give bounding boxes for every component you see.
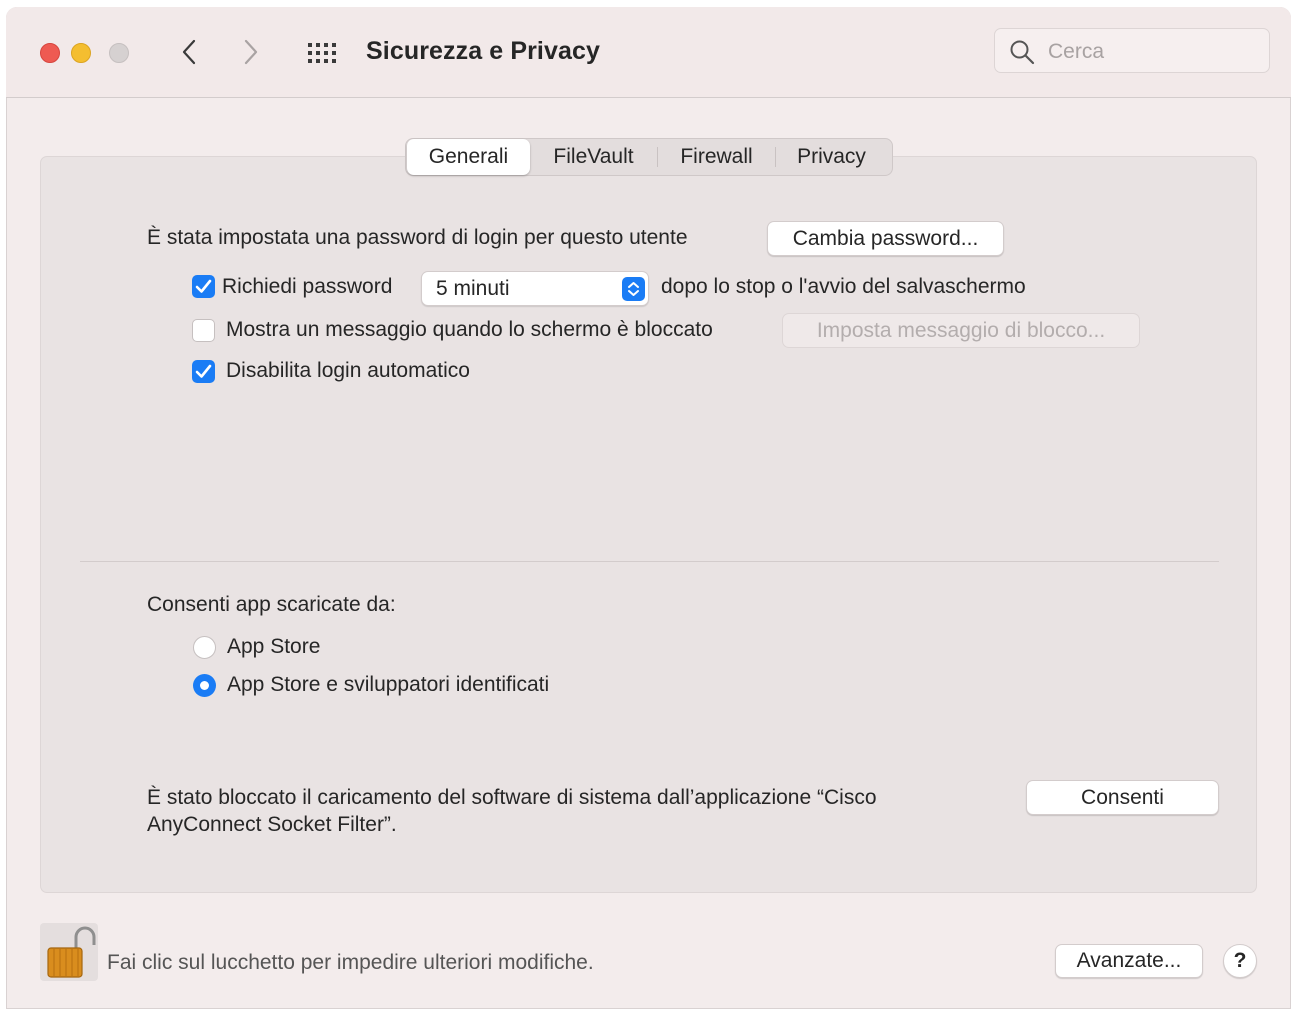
password-set-label: È stata impostata una password di login … xyxy=(147,226,688,249)
minimize-button[interactable] xyxy=(71,43,91,63)
window-title: Sicurezza e Privacy xyxy=(366,37,600,65)
blocked-message-line2: AnyConnect Socket Filter”. xyxy=(147,813,397,836)
chevron-right-icon xyxy=(244,39,258,65)
tab-bar: Generali FileVault Firewall Privacy xyxy=(405,138,893,176)
require-password-suffix: dopo lo stop o l'avvio del salvaschermo xyxy=(661,275,1026,298)
show-message-checkbox[interactable] xyxy=(192,319,215,342)
lock-hint-text: Fai clic sul lucchetto per impedire ulte… xyxy=(107,951,594,974)
tab-generali[interactable]: Generali xyxy=(407,139,530,175)
select-value: 5 minuti xyxy=(436,277,510,300)
require-password-delay-select[interactable]: 5 minuti xyxy=(421,271,649,306)
radio-app-store-label: App Store xyxy=(227,635,321,658)
title-bar: Sicurezza e Privacy xyxy=(6,7,1291,98)
search-input[interactable] xyxy=(1046,36,1260,68)
tab-label: Privacy xyxy=(797,145,866,168)
search-icon xyxy=(1010,40,1035,65)
forward-button[interactable] xyxy=(236,35,266,69)
tab-filevault[interactable]: FileVault xyxy=(530,139,657,175)
require-password-label: Richiedi password xyxy=(222,275,393,298)
blocked-message-line1: È stato bloccato il caricamento del soft… xyxy=(147,786,877,809)
disable-auto-login-checkbox[interactable] xyxy=(192,360,215,383)
tab-firewall[interactable]: Firewall xyxy=(658,139,775,175)
checkmark-icon xyxy=(195,279,212,293)
checkmark-icon xyxy=(195,364,212,378)
set-lock-message-button[interactable]: Imposta messaggio di blocco... xyxy=(782,313,1140,348)
back-button[interactable] xyxy=(174,35,204,69)
zoom-button[interactable] xyxy=(109,43,129,63)
help-icon: ? xyxy=(1233,949,1247,972)
change-password-button[interactable]: Cambia password... xyxy=(767,221,1004,256)
search-field[interactable] xyxy=(994,28,1270,73)
section-divider xyxy=(80,561,1219,562)
chevron-left-icon xyxy=(182,39,196,65)
radio-app-store-identified-label: App Store e sviluppatori identificati xyxy=(227,673,550,696)
help-button[interactable]: ? xyxy=(1223,944,1257,978)
lock-button[interactable] xyxy=(40,923,98,981)
radio-app-store-identified[interactable] xyxy=(193,674,216,697)
disable-auto-login-label: Disabilita login automatico xyxy=(226,359,470,382)
tab-privacy[interactable]: Privacy xyxy=(776,139,887,175)
downloads-heading: Consenti app scaricate da: xyxy=(147,593,396,616)
tab-label: Generali xyxy=(428,145,509,168)
tab-label: FileVault xyxy=(553,145,634,168)
allow-button[interactable]: Consenti xyxy=(1026,780,1219,815)
show-message-label: Mostra un messaggio quando lo schermo è … xyxy=(226,318,713,341)
tab-label: Firewall xyxy=(680,145,753,168)
grid-icon xyxy=(308,43,336,63)
advanced-button[interactable]: Avanzate... xyxy=(1055,944,1203,978)
stepper-icon xyxy=(628,282,639,296)
close-button[interactable] xyxy=(40,43,60,63)
stepper-button xyxy=(622,277,645,301)
padlock-open-icon xyxy=(47,926,96,978)
preferences-window: Sicurezza e Privacy Generali FileVault F… xyxy=(6,7,1291,1009)
require-password-checkbox[interactable] xyxy=(192,275,215,298)
radio-app-store[interactable] xyxy=(193,636,216,659)
show-all-button[interactable] xyxy=(306,40,342,66)
